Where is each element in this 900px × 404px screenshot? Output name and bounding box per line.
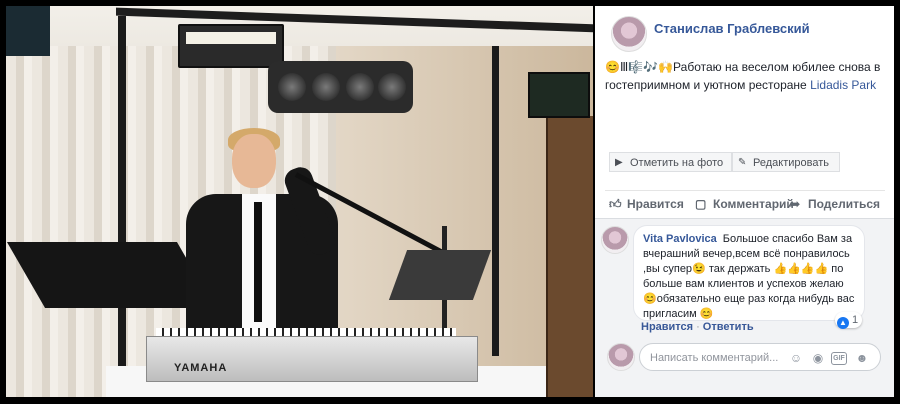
camera-icon[interactable]: ◉ [810, 350, 826, 366]
comment-text-4: обязательно еще раз когда нибудь вас при… [643, 293, 855, 320]
like-button[interactable]: 👍︎ Нравится [609, 192, 684, 216]
comment-input[interactable] [648, 348, 792, 368]
truss-pole-left [118, 16, 126, 386]
post-emoji: 😊Ⅲ🎼🎶🙌 [605, 60, 674, 74]
cabinet [546, 116, 593, 397]
reaction-count: 1 [852, 314, 859, 326]
post-text: 😊Ⅲ🎼🎶🙌Работаю на веселом юбилее снова в г… [605, 58, 885, 94]
moonflower-light [268, 61, 413, 113]
smile-emoji: 😊 [699, 308, 714, 320]
smile-emoji: 😊 [643, 293, 657, 305]
like-badge-icon: ▲ [837, 317, 849, 329]
truss-pole-right [492, 46, 499, 356]
smiley-icon[interactable]: ☺ [788, 350, 804, 366]
comment-actions: Нравится · Ответить [641, 321, 754, 333]
divider [605, 190, 885, 191]
tag-icon: ▶ [615, 157, 623, 168]
comment-composer[interactable]: ☺ ◉ GIF ☻ [639, 343, 881, 371]
stage-light-right [528, 72, 590, 118]
edit-label: Редактировать [753, 157, 829, 169]
comment-like-link[interactable]: Нравится [641, 321, 693, 333]
comment-text-2: так держать [705, 263, 771, 275]
comment-button[interactable]: ▢ Комментарий [695, 192, 794, 216]
comment-reply-link[interactable]: Ответить [703, 321, 754, 333]
gif-icon[interactable]: GIF [831, 352, 847, 365]
sticker-icon[interactable]: ☻ [854, 350, 870, 366]
share-button[interactable]: ➦ Поделиться [790, 192, 880, 216]
led-light-bar [178, 24, 284, 68]
author-name[interactable]: Станислав Граблевский [654, 21, 810, 36]
author-avatar[interactable] [611, 16, 647, 52]
thumbs-up-icon: 👍︎ [609, 197, 622, 211]
thumbs-emoji: 👍👍👍👍 [773, 263, 829, 275]
tag-photo-label: Отметить на фото [630, 157, 724, 169]
edit-button[interactable]: ✎ Редактировать [732, 152, 840, 172]
post-sidebar: Станислав Граблевский 😊Ⅲ🎼🎶🙌Работаю на ве… [595, 6, 894, 397]
wink-emoji: 😉 [692, 263, 706, 275]
post-actions: 👍︎ Нравится ▢ Комментарий ➦ Поделиться [609, 192, 885, 216]
like-label: Нравится [627, 197, 684, 211]
commenter-name[interactable]: Vita Pavlovica [643, 233, 717, 245]
tag-photo-button[interactable]: ▶ Отметить на фото [609, 152, 732, 172]
place-link[interactable]: Lidadis Park [810, 78, 876, 92]
comment-bubble: Vita Pavlovica Большое спасибо Вам за вче… [633, 225, 865, 321]
reaction-badge[interactable]: ▲ 1 [835, 312, 863, 329]
comment-label: Комментарий [713, 197, 794, 211]
comment-icon: ▢ [695, 197, 707, 211]
keyboard-brand: YAMAHA [174, 362, 228, 374]
viewer-avatar [607, 343, 635, 371]
pencil-icon: ✎ [738, 157, 747, 168]
commenter-avatar[interactable] [601, 226, 629, 254]
stage-light-left [6, 6, 50, 56]
post-photo[interactable]: YAMAHA [6, 6, 593, 397]
share-icon: ➦ [790, 197, 801, 211]
musician-tie [254, 202, 262, 322]
synthesizer [146, 336, 478, 382]
share-label: Поделиться [808, 197, 881, 211]
separator: · [696, 321, 700, 333]
musician-head [232, 134, 276, 188]
post-header: Станислав Граблевский [605, 16, 885, 56]
